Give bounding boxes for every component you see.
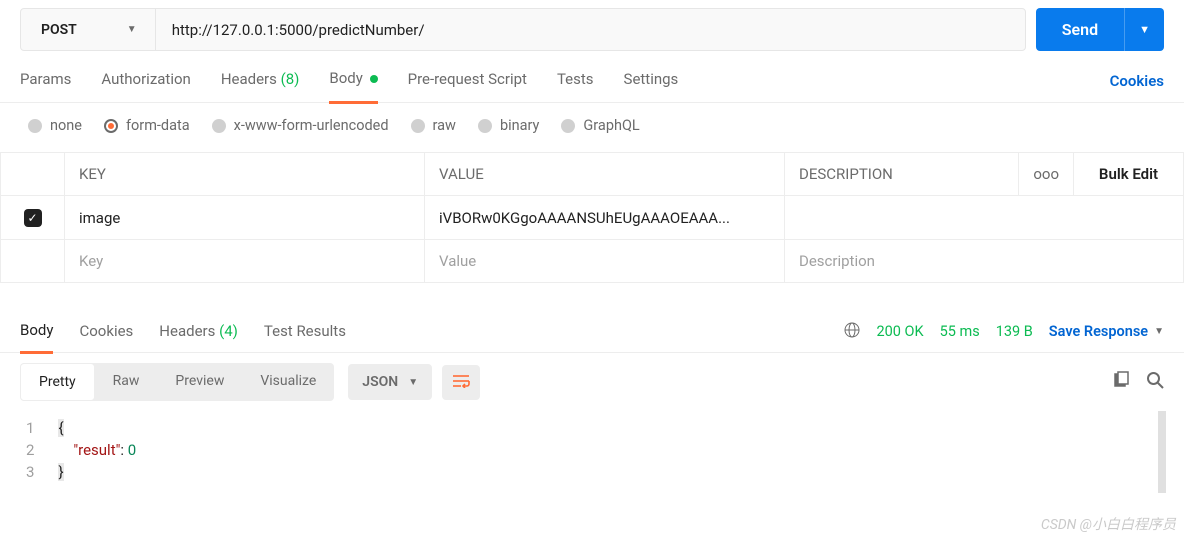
globe-icon[interactable]: [844, 322, 860, 342]
wrap-lines-button[interactable]: [442, 365, 480, 400]
save-response-button[interactable]: Save Response ▼: [1049, 323, 1164, 340]
lang-label: JSON: [362, 374, 398, 390]
bulk-edit-button[interactable]: Bulk Edit: [1074, 153, 1184, 196]
watermark: CSDN @小白白程序员: [1041, 514, 1176, 534]
copy-icon[interactable]: [1112, 371, 1130, 393]
resp-tab-headers-count: (4): [219, 322, 238, 340]
dot-icon: [370, 75, 378, 83]
send-button-label: Send: [1036, 8, 1124, 51]
line-number: 2: [26, 439, 34, 461]
body-type-none[interactable]: none: [28, 117, 82, 134]
send-dropdown-icon[interactable]: ▼: [1124, 8, 1164, 51]
tab-prerequest[interactable]: Pre-request Script: [408, 60, 527, 102]
view-visualize[interactable]: Visualize: [242, 363, 334, 401]
tab-headers-count: (8): [281, 70, 300, 88]
http-method-label: POST: [41, 22, 77, 38]
chevron-down-icon: ▼: [408, 377, 418, 388]
tab-body-label: Body: [329, 69, 362, 87]
resp-tab-headers-label: Headers: [159, 322, 215, 340]
column-key: KEY: [65, 153, 425, 196]
status-time: 55 ms: [940, 323, 980, 340]
resp-tab-cookies[interactable]: Cookies: [79, 312, 133, 352]
tab-headers-label: Headers: [221, 70, 277, 88]
resp-tab-body[interactable]: Body: [20, 311, 53, 354]
search-icon[interactable]: [1146, 371, 1164, 393]
row-key[interactable]: image: [65, 196, 425, 240]
scrollbar[interactable]: [1158, 411, 1166, 493]
placeholder-value[interactable]: Value: [425, 240, 785, 283]
placeholder-key[interactable]: Key: [65, 240, 425, 283]
url-input[interactable]: [156, 9, 1025, 50]
status-code: 200 OK: [876, 323, 923, 340]
body-type-form-data[interactable]: form-data: [104, 117, 190, 134]
send-button[interactable]: Send ▼: [1036, 8, 1164, 51]
line-number: 3: [26, 461, 34, 483]
body-type-raw[interactable]: raw: [411, 117, 456, 134]
line-number: 1: [26, 417, 34, 439]
body-type-urlencoded[interactable]: x-www-form-urlencoded: [212, 117, 389, 134]
view-pretty[interactable]: Pretty: [20, 363, 95, 401]
http-method-select[interactable]: POST ▼: [21, 9, 156, 50]
cookies-link[interactable]: Cookies: [1110, 62, 1164, 100]
view-raw[interactable]: Raw: [95, 363, 158, 401]
response-body-code: 1 2 3 { "result": 0 }: [0, 411, 1184, 493]
table-row[interactable]: image iVBORw0KGgoAAAANSUhEUgAAAOEAAA...: [1, 196, 1184, 240]
status-size: 139 B: [996, 323, 1033, 340]
more-options-button[interactable]: ooo: [1019, 153, 1074, 196]
body-type-graphql[interactable]: GraphQL: [561, 117, 639, 134]
column-description: DESCRIPTION: [785, 153, 1019, 196]
json-key: "result": [73, 441, 120, 459]
row-value[interactable]: iVBORw0KGgoAAAANSUhEUgAAAOEAAA...: [425, 196, 785, 240]
resp-tab-test-results[interactable]: Test Results: [264, 312, 346, 352]
column-value: VALUE: [425, 153, 785, 196]
placeholder-description[interactable]: Description: [785, 240, 1184, 283]
form-data-table: KEY VALUE DESCRIPTION ooo Bulk Edit imag…: [0, 152, 1184, 283]
tab-body[interactable]: Body: [329, 59, 377, 104]
json-brace: }: [58, 463, 63, 481]
row-checkbox[interactable]: [24, 209, 42, 227]
row-description[interactable]: [785, 196, 1184, 240]
resp-tab-headers[interactable]: Headers (4): [159, 312, 238, 352]
tab-headers[interactable]: Headers (8): [221, 60, 300, 102]
json-brace: {: [58, 419, 63, 437]
view-preview[interactable]: Preview: [157, 363, 242, 401]
tab-params[interactable]: Params: [20, 60, 71, 102]
tab-tests[interactable]: Tests: [557, 60, 594, 102]
table-row-placeholder[interactable]: Key Value Description: [1, 240, 1184, 283]
body-type-binary[interactable]: binary: [478, 117, 539, 134]
json-value: 0: [128, 441, 136, 459]
chevron-down-icon: ▼: [1154, 326, 1164, 337]
chevron-down-icon: ▼: [127, 24, 137, 35]
tab-authorization[interactable]: Authorization: [101, 60, 190, 102]
lang-select[interactable]: JSON ▼: [348, 364, 432, 400]
tab-settings[interactable]: Settings: [624, 60, 679, 102]
